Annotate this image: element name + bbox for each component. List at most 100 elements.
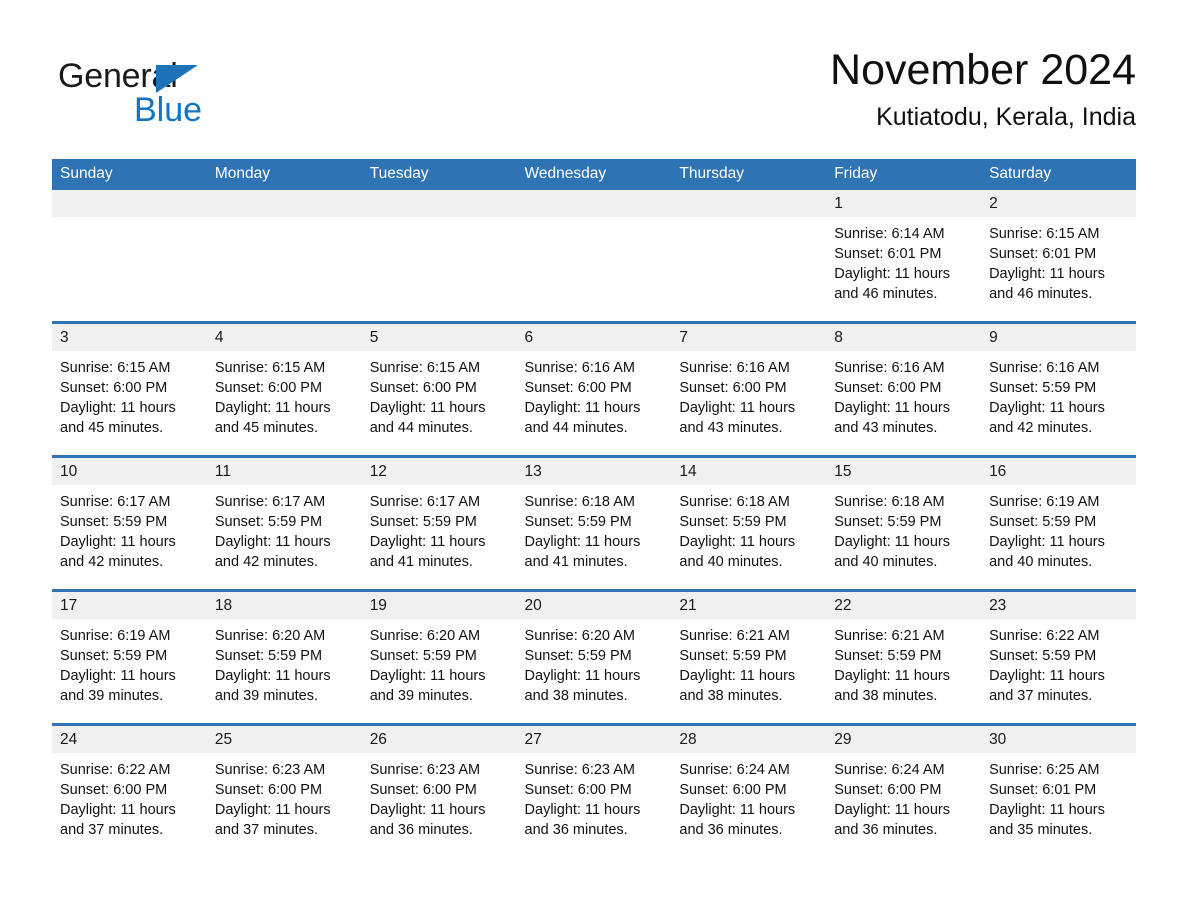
logo-text-blue: Blue [134, 91, 203, 129]
sunset-text: Sunset: 5:59 PM [524, 514, 632, 530]
calendar-day-cell[interactable]: 29 Sunrise: 6:24 AM Sunset: 6:00 PM Dayligh… [826, 723, 982, 857]
day-details: Sunrise: 6:16 AM Sunset: 6:00 PM Daylight:… [517, 351, 672, 438]
daylight-text: Daylight: 11 hours and 42 minutes. [60, 534, 176, 570]
calendar-day-cell[interactable]: 2 Sunrise: 6:15 AM Sunset: 6:01 PM Daylight… [981, 190, 1136, 323]
calendar-table: Sunday Monday Tuesday Wednesday Thursday… [52, 159, 1136, 857]
day-details: Sunrise: 6:21 AM Sunset: 5:59 PM Daylight:… [826, 619, 981, 706]
day-number: 30 [981, 726, 1136, 753]
calendar-day-cell[interactable]: 28 Sunrise: 6:24 AM Sunset: 6:00 PM Dayligh… [671, 723, 827, 857]
daylight-text: Daylight: 11 hours and 37 minutes. [989, 668, 1105, 704]
sunset-text: Sunset: 6:00 PM [214, 782, 323, 798]
weekday-header-friday: Friday [826, 159, 982, 190]
sunset-text: Sunset: 5:59 PM [834, 648, 942, 664]
day-number: 19 [361, 592, 517, 619]
sunset-text: Sunset: 5:59 PM [679, 648, 787, 664]
sunset-text: Sunset: 6:01 PM [989, 782, 1097, 798]
sunset-text: Sunset: 5:59 PM [214, 514, 323, 530]
daylight-text: Daylight: 11 hours and 41 minutes. [369, 534, 486, 570]
day-number: 18 [206, 592, 362, 619]
day-number: 23 [981, 592, 1136, 619]
calendar-day-cell[interactable]: 30 Sunrise: 6:25 AM Sunset: 6:01 PM Dayligh… [981, 723, 1136, 857]
daylight-text: Daylight: 11 hours and 44 minutes. [524, 400, 641, 436]
calendar-day-cell-empty [671, 190, 827, 323]
sunset-text: Sunset: 6:00 PM [524, 380, 632, 396]
calendar-day-cell[interactable]: 3 Sunrise: 6:15 AM Sunset: 6:00 PM Daylight… [52, 321, 207, 457]
day-details: Sunrise: 6:20 AM Sunset: 5:59 PM Daylight:… [517, 619, 672, 706]
day-number: 2 [981, 190, 1136, 217]
calendar-day-cell[interactable]: 23 Sunrise: 6:22 AM Sunset: 5:59 PM Dayligh… [981, 589, 1136, 725]
calendar-day-cell[interactable]: 6 Sunrise: 6:16 AM Sunset: 6:00 PM Daylight… [516, 321, 672, 457]
calendar-day-cell[interactable]: 27 Sunrise: 6:23 AM Sunset: 6:00 PM Dayligh… [516, 723, 672, 857]
calendar-day-cell[interactable]: 17 Sunrise: 6:19 AM Sunset: 5:59 PM Dayligh… [52, 589, 207, 725]
day-details: Sunrise: 6:15 AM Sunset: 6:00 PM Daylight:… [362, 351, 517, 438]
sunset-text: Sunset: 6:00 PM [834, 380, 942, 396]
calendar-day-cell[interactable]: 26 Sunrise: 6:23 AM Sunset: 6:00 PM Dayligh… [361, 723, 517, 857]
day-details: Sunrise: 6:25 AM Sunset: 6:01 PM Daylight:… [981, 753, 1136, 840]
calendar-header-row-group: Sunday Monday Tuesday Wednesday Thursday… [52, 159, 1136, 190]
day-number: 16 [981, 458, 1136, 485]
daylight-text: Daylight: 11 hours and 39 minutes. [60, 668, 176, 704]
sunrise-text: Sunrise: 6:15 AM [369, 360, 481, 376]
weekday-header-thursday: Thursday [671, 159, 827, 190]
calendar-day-cell[interactable]: 5 Sunrise: 6:15 AM Sunset: 6:00 PM Daylight… [361, 321, 517, 457]
calendar-day-cell[interactable]: 13 Sunrise: 6:18 AM Sunset: 5:59 PM Dayligh… [516, 455, 672, 591]
day-details: Sunrise: 6:17 AM Sunset: 5:59 PM Daylight:… [52, 485, 207, 572]
page-subtitle: Kutiatodu, Kerala, India [876, 103, 1136, 131]
calendar-day-cell[interactable]: 14 Sunrise: 6:18 AM Sunset: 5:59 PM Dayligh… [671, 455, 827, 591]
calendar-day-cell-empty [52, 190, 207, 323]
sunrise-text: Sunrise: 6:23 AM [524, 762, 635, 778]
sunrise-text: Sunrise: 6:20 AM [524, 628, 635, 644]
day-details: Sunrise: 6:16 AM Sunset: 6:00 PM Daylight:… [826, 351, 981, 438]
calendar-day-cell[interactable]: 18 Sunrise: 6:20 AM Sunset: 5:59 PM Dayligh… [206, 589, 362, 725]
calendar-day-cell[interactable]: 1 Sunrise: 6:14 AM Sunset: 6:01 PM Daylight… [826, 190, 982, 323]
sunset-text: Sunset: 5:59 PM [60, 648, 168, 664]
day-details: Sunrise: 6:16 AM Sunset: 6:00 PM Daylight:… [671, 351, 826, 438]
sunrise-text: Sunrise: 6:21 AM [834, 628, 945, 644]
day-details: Sunrise: 6:22 AM Sunset: 5:59 PM Daylight:… [981, 619, 1136, 706]
daylight-text: Daylight: 11 hours and 38 minutes. [524, 668, 641, 704]
calendar-day-cell[interactable]: 9 Sunrise: 6:16 AM Sunset: 5:59 PM Daylight… [981, 321, 1136, 457]
sunrise-text: Sunrise: 6:22 AM [989, 628, 1100, 644]
daylight-text: Daylight: 11 hours and 46 minutes. [834, 266, 951, 302]
day-details: Sunrise: 6:20 AM Sunset: 5:59 PM Daylight:… [207, 619, 362, 706]
calendar-day-cell[interactable]: 7 Sunrise: 6:16 AM Sunset: 6:00 PM Daylight… [671, 321, 827, 457]
calendar-day-cell[interactable]: 21 Sunrise: 6:21 AM Sunset: 5:59 PM Dayligh… [671, 589, 827, 725]
calendar-day-cell[interactable]: 15 Sunrise: 6:18 AM Sunset: 5:59 PM Dayligh… [826, 455, 982, 591]
calendar-day-cell[interactable]: 4 Sunrise: 6:15 AM Sunset: 6:00 PM Daylight… [206, 321, 362, 457]
daylight-text: Daylight: 11 hours and 35 minutes. [989, 802, 1105, 838]
calendar-day-cell[interactable]: 19 Sunrise: 6:20 AM Sunset: 5:59 PM Dayligh… [361, 589, 517, 725]
day-number: 5 [361, 324, 517, 351]
day-details: Sunrise: 6:24 AM Sunset: 6:00 PM Daylight:… [671, 753, 826, 840]
calendar-day-cell[interactable]: 20 Sunrise: 6:20 AM Sunset: 5:59 PM Dayligh… [516, 589, 672, 725]
daylight-text: Daylight: 11 hours and 42 minutes. [989, 400, 1105, 436]
day-number: 10 [52, 458, 207, 485]
sunset-text: Sunset: 6:00 PM [214, 380, 323, 396]
sunset-text: Sunset: 6:00 PM [60, 782, 168, 798]
day-details: Sunrise: 6:16 AM Sunset: 5:59 PM Daylight:… [981, 351, 1136, 438]
sunset-text: Sunset: 5:59 PM [60, 514, 168, 530]
day-details: Sunrise: 6:24 AM Sunset: 6:00 PM Daylight:… [826, 753, 981, 840]
generalblue-logo[interactable]: General Blue [58, 56, 318, 136]
daylight-text: Daylight: 11 hours and 42 minutes. [214, 534, 331, 570]
calendar-day-cell[interactable]: 10 Sunrise: 6:17 AM Sunset: 5:59 PM Dayligh… [52, 455, 207, 591]
sunset-text: Sunset: 6:01 PM [989, 246, 1097, 262]
title-block: November 2024 Kutiatodu, Kerala, India [830, 44, 1136, 134]
calendar-day-cell[interactable]: 12 Sunrise: 6:17 AM Sunset: 5:59 PM Dayligh… [361, 455, 517, 591]
calendar-day-cell[interactable]: 22 Sunrise: 6:21 AM Sunset: 5:59 PM Dayligh… [826, 589, 982, 725]
calendar-week-row: 24 Sunrise: 6:22 AM Sunset: 6:00 PM Dayligh… [52, 723, 1136, 857]
calendar-day-cell[interactable]: 11 Sunrise: 6:17 AM Sunset: 5:59 PM Dayligh… [206, 455, 362, 591]
sunrise-text: Sunrise: 6:15 AM [989, 226, 1100, 242]
day-number: 1 [826, 190, 982, 217]
calendar-day-cell[interactable]: 25 Sunrise: 6:23 AM Sunset: 6:00 PM Dayligh… [206, 723, 362, 857]
calendar-week-row: 17 Sunrise: 6:19 AM Sunset: 5:59 PM Dayligh… [52, 589, 1136, 725]
weekday-header-monday: Monday [206, 159, 362, 190]
sunrise-text: Sunrise: 6:17 AM [60, 494, 171, 510]
sunset-text: Sunset: 6:00 PM [60, 380, 168, 396]
day-number: 27 [516, 726, 672, 753]
sunset-text: Sunset: 5:59 PM [214, 648, 323, 664]
calendar-page: General Blue November 2024 Kutiatodu, Ke… [0, 0, 1188, 918]
calendar-day-cell[interactable]: 8 Sunrise: 6:16 AM Sunset: 6:00 PM Daylight… [826, 321, 982, 457]
sunrise-text: Sunrise: 6:23 AM [369, 762, 481, 778]
calendar-day-cell[interactable]: 24 Sunrise: 6:22 AM Sunset: 6:00 PM Dayligh… [52, 723, 207, 857]
calendar-day-cell[interactable]: 16 Sunrise: 6:19 AM Sunset: 5:59 PM Dayligh… [981, 455, 1136, 591]
